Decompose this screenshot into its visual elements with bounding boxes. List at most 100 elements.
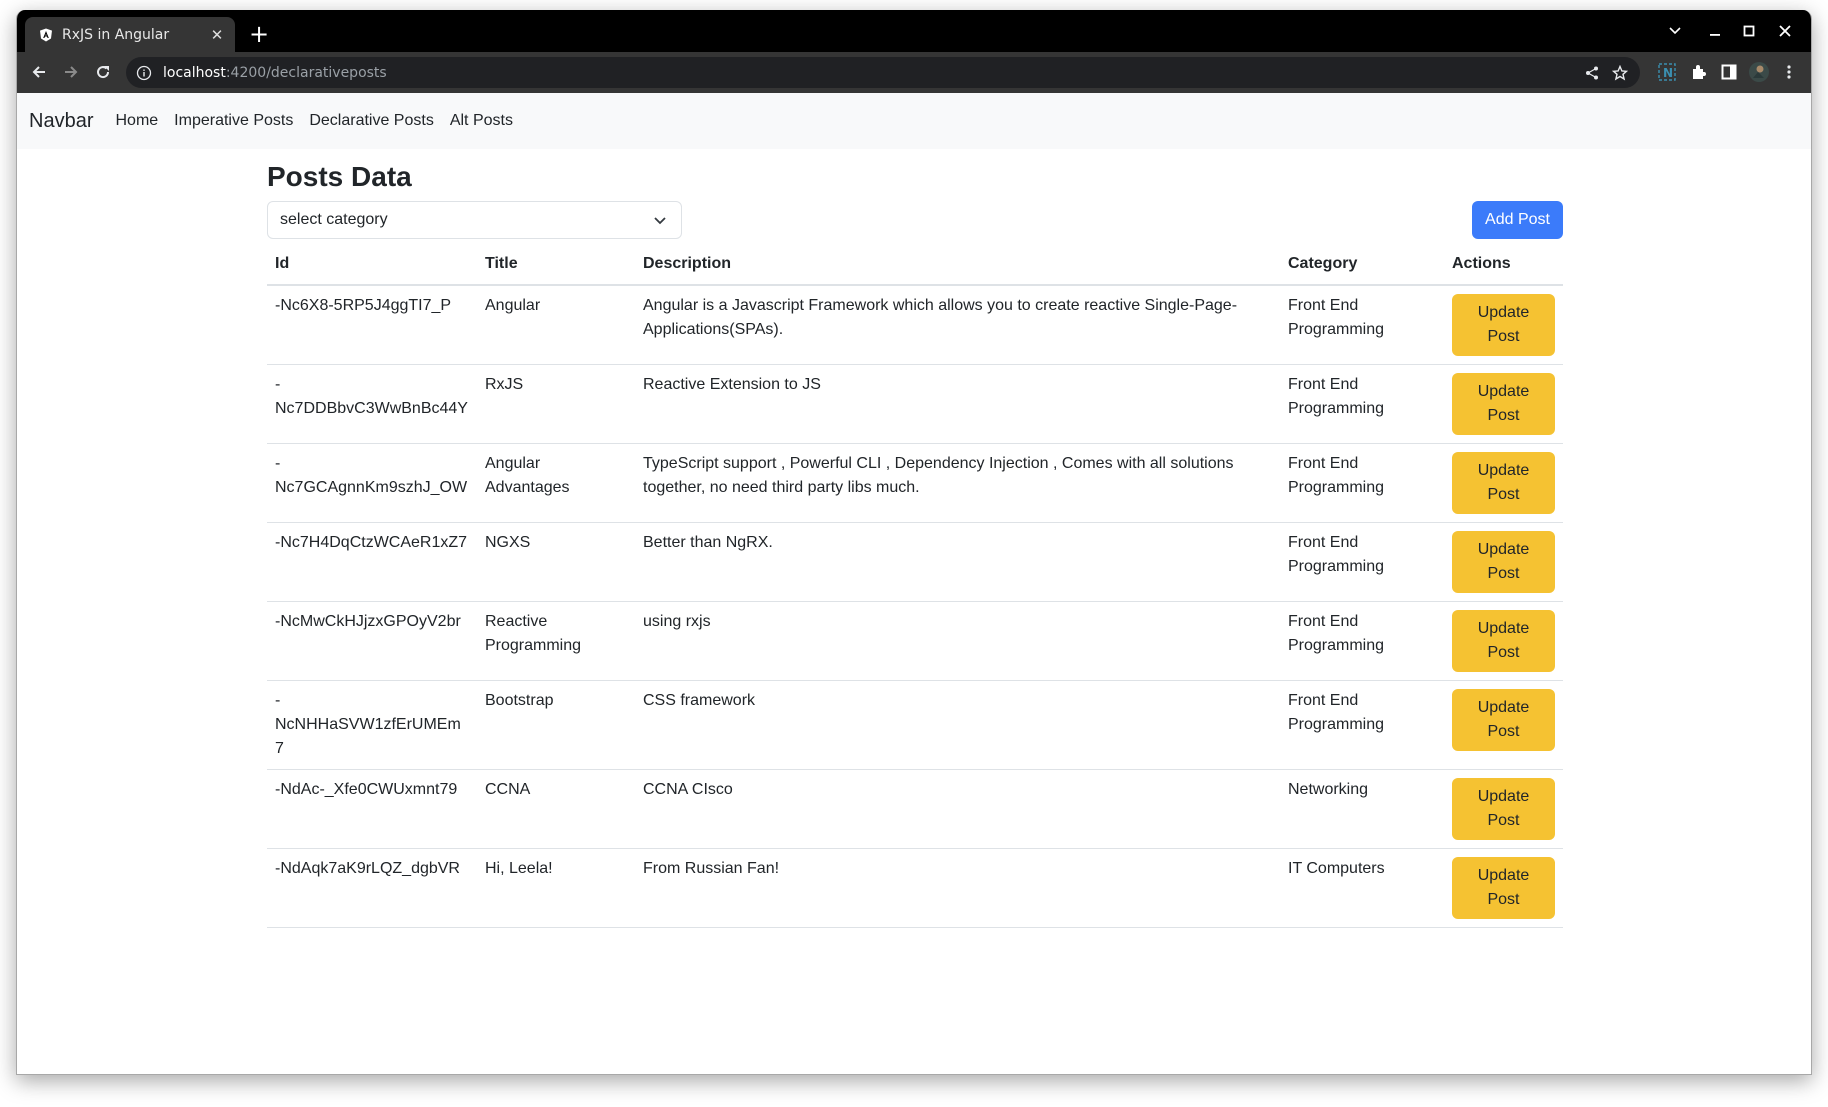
navbar: Navbar Home Imperative Posts Declarative… — [17, 93, 1811, 149]
chevron-down-icon — [653, 213, 667, 227]
column-header-description: Description — [635, 245, 1280, 286]
update-post-button[interactable]: Update Post — [1452, 294, 1555, 356]
cell-actions: Update Post — [1444, 522, 1563, 602]
cell-category: Networking — [1280, 769, 1444, 849]
update-post-button[interactable]: Update Post — [1452, 531, 1555, 593]
cell-id: -Nc7GCAgnnKm9szhJ_OW — [267, 443, 477, 523]
cell-description: Angular is a Javascript Framework which … — [635, 285, 1280, 365]
maximize-icon[interactable] — [1731, 10, 1767, 52]
page-content: Navbar Home Imperative Posts Declarative… — [17, 93, 1811, 1074]
navbar-brand[interactable]: Navbar — [29, 110, 93, 133]
category-select[interactable]: select category — [267, 201, 682, 239]
table-row: -NdAc-_Xfe0CWUxmnt79 CCNA CCNA CIsco Net… — [267, 769, 1563, 849]
cell-title: NGXS — [477, 522, 635, 602]
cell-id: -Nc7DDBbvC3WwBnBc44Y — [267, 364, 477, 444]
site-info-icon[interactable] — [136, 65, 152, 81]
column-header-id: Id — [267, 245, 477, 286]
cell-category: Front End Programming — [1280, 443, 1444, 523]
forward-icon[interactable] — [57, 58, 85, 86]
cell-description: using rxjs — [635, 601, 1280, 681]
cell-title: Angular Advantages — [477, 443, 635, 523]
table-row: -NcMwCkHJjzxGPOyV2br Reactive Programmin… — [267, 601, 1563, 681]
cell-title: Hi, Leela! — [477, 848, 635, 928]
cell-id: -NcMwCkHJjzxGPOyV2br — [267, 601, 477, 681]
update-post-button[interactable]: Update Post — [1452, 778, 1555, 840]
column-header-category: Category — [1280, 245, 1444, 286]
column-header-actions: Actions — [1444, 245, 1563, 286]
cell-id: -Nc7H4DqCtzWCAeR1xZ7 — [267, 522, 477, 602]
svg-text:N: N — [1663, 66, 1673, 80]
table-row: -NcNHHaSVW1zfErUMEm7 Bootstrap CSS frame… — [267, 680, 1563, 770]
nav-link-imperative-posts[interactable]: Imperative Posts — [174, 112, 293, 130]
browser-menu-icon[interactable] — [1775, 58, 1803, 86]
table-row: -NdAqk7aK9rLQZ_dgbVR Hi, Leela! From Rus… — [267, 848, 1563, 928]
update-post-button[interactable]: Update Post — [1452, 610, 1555, 672]
cell-category: Front End Programming — [1280, 601, 1444, 681]
cell-title: RxJS — [477, 364, 635, 444]
tab-close-icon[interactable]: ✕ — [209, 26, 225, 44]
cell-category: Front End Programming — [1280, 285, 1444, 365]
cell-actions: Update Post — [1444, 364, 1563, 444]
cell-actions: Update Post — [1444, 285, 1563, 365]
cell-actions: Update Post — [1444, 601, 1563, 681]
cell-description: CSS framework — [635, 680, 1280, 770]
angular-favicon-icon — [39, 28, 53, 42]
share-icon[interactable] — [1578, 59, 1606, 87]
cell-title: Bootstrap — [477, 680, 635, 770]
tab-search-icon[interactable] — [1657, 10, 1693, 52]
cell-category: Front End Programming — [1280, 522, 1444, 602]
extensions-puzzle-icon[interactable] — [1685, 58, 1713, 86]
cell-actions: Update Post — [1444, 443, 1563, 523]
nav-link-home[interactable]: Home — [115, 112, 158, 130]
side-panel-icon[interactable] — [1715, 58, 1743, 86]
cell-description: CCNA CIsco — [635, 769, 1280, 849]
cell-category: Front End Programming — [1280, 680, 1444, 770]
back-icon[interactable] — [25, 58, 53, 86]
cell-id: -NcNHHaSVW1zfErUMEm7 — [267, 680, 477, 770]
table-row: -Nc7GCAgnnKm9szhJ_OW Angular Advantages … — [267, 443, 1563, 523]
cell-title: Angular — [477, 285, 635, 365]
column-header-title: Title — [477, 245, 635, 286]
update-post-button[interactable]: Update Post — [1452, 452, 1555, 514]
cell-description: Better than NgRX. — [635, 522, 1280, 602]
page-title: Posts Data — [267, 161, 412, 192]
reload-icon[interactable] — [89, 58, 117, 86]
cell-actions: Update Post — [1444, 769, 1563, 849]
nav-link-alt-posts[interactable]: Alt Posts — [450, 112, 513, 130]
browser-toolbar: localhost:4200/declarativeposts N — [17, 52, 1811, 93]
cell-description: TypeScript support , Powerful CLI , Depe… — [635, 443, 1280, 523]
tab-title: RxJS in Angular — [62, 26, 170, 43]
posts-table: Id Title Description Category Actions -N… — [267, 245, 1563, 928]
profile-avatar[interactable] — [1745, 58, 1773, 86]
url-path: :4200/declarativeposts — [225, 64, 387, 81]
table-row: -Nc7H4DqCtzWCAeR1xZ7 NGXS Better than Ng… — [267, 522, 1563, 602]
update-post-button[interactable]: Update Post — [1452, 857, 1555, 919]
update-post-button[interactable]: Update Post — [1452, 373, 1555, 435]
cell-description: Reactive Extension to JS — [635, 364, 1280, 444]
cell-id: -NdAc-_Xfe0CWUxmnt79 — [267, 769, 477, 849]
minimize-icon[interactable] — [1697, 10, 1733, 52]
add-post-button[interactable]: Add Post — [1472, 201, 1563, 239]
address-bar[interactable]: localhost:4200/declarativeposts — [126, 57, 1640, 88]
cell-title: CCNA — [477, 769, 635, 849]
browser-tab[interactable]: RxJS in Angular ✕ — [25, 17, 235, 52]
new-tab-icon[interactable]: + — [245, 20, 273, 48]
extension-n-icon[interactable]: N — [1653, 58, 1681, 86]
update-post-button[interactable]: Update Post — [1452, 689, 1555, 751]
category-select-value: select category — [280, 211, 388, 228]
browser-window: RxJS in Angular ✕ + localhost:4200/decl… — [16, 10, 1812, 1075]
window-close-icon[interactable] — [1767, 10, 1803, 52]
cell-title: Reactive Programming — [477, 601, 635, 681]
cell-actions: Update Post — [1444, 848, 1563, 928]
table-row: -Nc7DDBbvC3WwBnBc44Y RxJS Reactive Exten… — [267, 364, 1563, 444]
tab-strip: RxJS in Angular ✕ + — [17, 10, 1811, 52]
cell-id: -NdAqk7aK9rLQZ_dgbVR — [267, 848, 477, 928]
url-host: localhost — [163, 64, 226, 81]
table-header-row: Id Title Description Category Actions — [267, 245, 1563, 286]
bookmark-star-icon[interactable] — [1606, 59, 1634, 87]
nav-link-declarative-posts[interactable]: Declarative Posts — [309, 112, 434, 130]
table-row: -Nc6X8-5RP5J4ggTI7_P Angular Angular is … — [267, 285, 1563, 365]
cell-id: -Nc6X8-5RP5J4ggTI7_P — [267, 285, 477, 365]
cell-actions: Update Post — [1444, 680, 1563, 770]
cell-category: IT Computers — [1280, 848, 1444, 928]
